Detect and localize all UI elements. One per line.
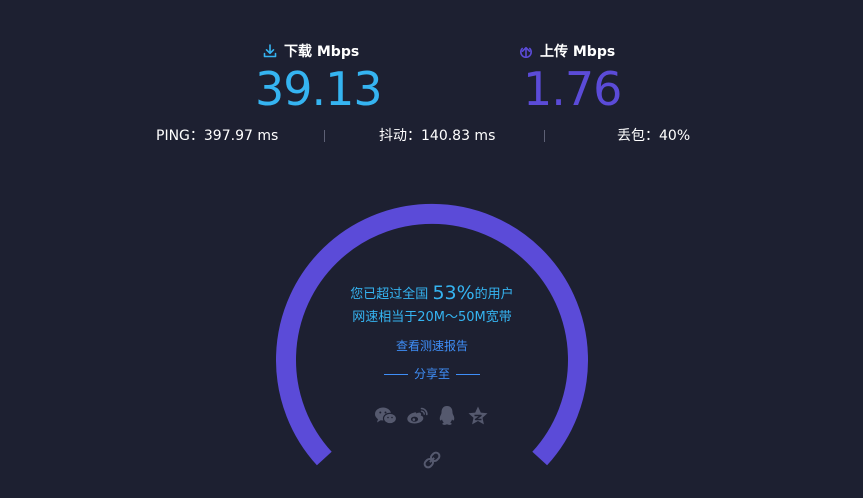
packet-loss-stat: 丢包：40% (617, 128, 691, 144)
stats-divider (544, 130, 545, 142)
wechat-icon[interactable] (374, 404, 398, 428)
qq-icon[interactable] (435, 404, 459, 428)
share-label: 分享至 (413, 367, 450, 381)
bandwidth-equivalent-text: 网速相当于20M～50M宽带 (352, 310, 512, 325)
percentile-prefix: 您已超过全国 (350, 287, 433, 302)
upload-label: 上传 Mbps (540, 44, 616, 60)
percentile-value: 53% (432, 282, 475, 304)
download-speed-value: 39.13 (255, 62, 383, 116)
share-divider-right (456, 373, 480, 375)
upload-speed-value: 1.76 (523, 62, 622, 116)
upload-arrow-icon (518, 43, 534, 59)
weibo-icon[interactable] (405, 404, 429, 428)
download-header: 下载 Mbps (262, 40, 359, 62)
download-arrow-icon (262, 43, 278, 59)
jitter-stat: 抖动：140.83 ms (379, 128, 496, 144)
share-label-row: 分享至 (276, 364, 588, 384)
upload-header: 上传 Mbps (518, 40, 615, 62)
share-divider-left (383, 373, 408, 375)
percentile-suffix: 的用户 (474, 287, 514, 302)
copy-link-icon[interactable] (420, 448, 444, 472)
view-report-link[interactable]: 查看测速报告 (276, 336, 588, 356)
network-stats-row: PING：397.97 ms 抖动：140.83 ms 丢包：40% (0, 126, 863, 146)
qzone-star-icon[interactable] (466, 404, 490, 428)
stats-divider (324, 130, 325, 142)
ping-stat: PING：397.97 ms (156, 128, 279, 144)
download-label: 下载 Mbps (284, 44, 360, 60)
percentile-text: 您已超过全国 53%的用户 (276, 278, 588, 310)
speed-test-result-panel: 下载 Mbps 39.13 上传 Mbps 1.76 PING：397.97 m… (0, 0, 863, 498)
speed-gauge-arc (276, 203, 588, 466)
share-icon-row (374, 402, 490, 430)
